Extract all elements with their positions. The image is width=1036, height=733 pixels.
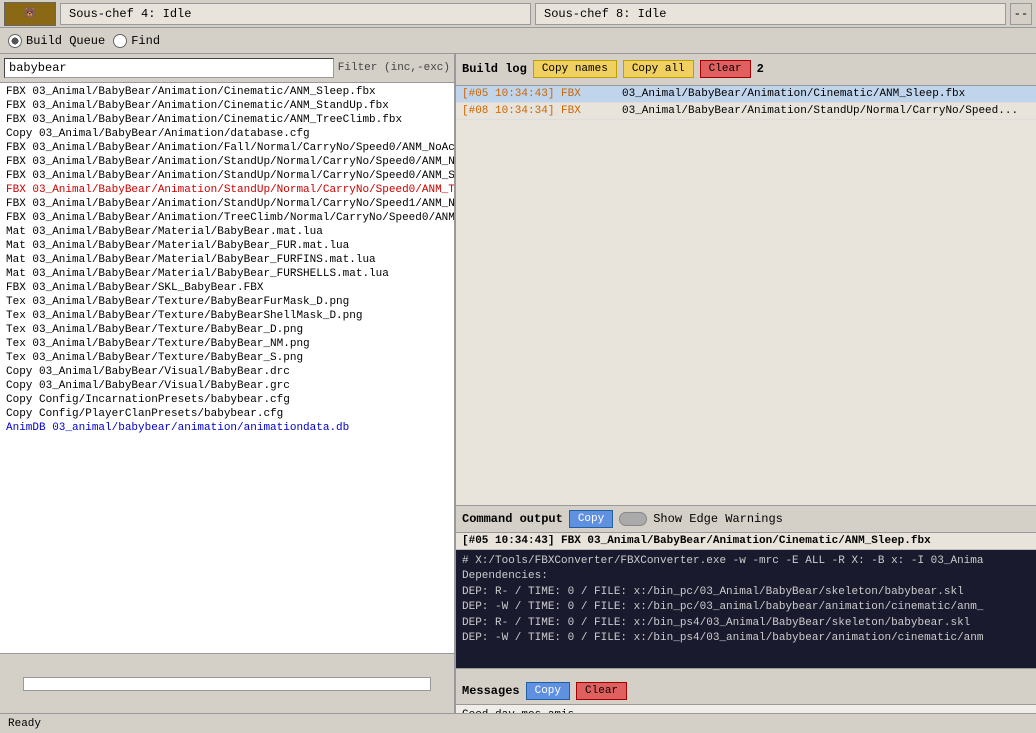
cmd-line: DEP: -W / TIME: 0 / FILE: x:/bin_pc/03_a… xyxy=(462,600,1030,615)
progress-bar xyxy=(23,677,432,691)
search-bar: Filter (inc,-exc) xyxy=(0,54,454,83)
list-item[interactable]: AnimDB 03_animal/babybear/animation/anim… xyxy=(0,421,454,435)
filter-label: Filter (inc,-exc) xyxy=(338,62,450,74)
list-item[interactable]: FBX 03_Animal/BabyBear/Animation/Fall/No… xyxy=(0,141,454,155)
messages-content: Good day mes amis,Our kitchen is equippe… xyxy=(456,705,1036,713)
show-edge-warnings-label: Show Edge Warnings xyxy=(653,512,783,526)
list-item[interactable]: Copy 03_Animal/BabyBear/Visual/BabyBear.… xyxy=(0,365,454,379)
list-item[interactable]: Mat 03_Animal/BabyBear/Material/BabyBear… xyxy=(0,225,454,239)
list-item[interactable]: Mat 03_Animal/BabyBear/Material/BabyBear… xyxy=(0,253,454,267)
list-item[interactable]: Tex 03_Animal/BabyBear/Texture/BabyBear_… xyxy=(0,337,454,351)
top-bar: 🐻 Sous-chef 4: Idle Sous-chef 8: Idle -- xyxy=(0,0,1036,28)
cmd-line: Dependencies: xyxy=(462,569,1030,584)
search-input[interactable] xyxy=(4,58,334,78)
table-row[interactable]: [#05 10:34:43] FBX03_Animal/BabyBear/Ani… xyxy=(456,86,1036,103)
command-output-copy-button[interactable]: Copy xyxy=(569,510,613,528)
command-output-file-title: [#05 10:34:43] FBX 03_Animal/BabyBear/An… xyxy=(456,533,1036,550)
command-output-content: # X:/Tools/FBXConverter/FBXConverter.exe… xyxy=(456,550,1036,668)
list-item[interactable]: Copy Config/PlayerClanPresets/babybear.c… xyxy=(0,407,454,421)
list-item[interactable]: Tex 03_Animal/BabyBear/Texture/BabyBear_… xyxy=(0,351,454,365)
left-panel: Filter (inc,-exc) FBX 03_Animal/BabyBear… xyxy=(0,54,456,713)
horizontal-scrollbar[interactable] xyxy=(456,668,1036,678)
find-radio[interactable] xyxy=(113,34,127,48)
list-item[interactable]: Tex 03_Animal/BabyBear/Texture/BabyBearS… xyxy=(0,309,454,323)
list-item[interactable]: Copy 03_Animal/BabyBear/Visual/BabyBear.… xyxy=(0,379,454,393)
cmd-line: DEP: -W / TIME: 0 / FILE: x:/bin_ps4/03_… xyxy=(462,631,1030,646)
ready-label: Ready xyxy=(8,718,41,730)
copy-names-button[interactable]: Copy names xyxy=(533,60,617,78)
sous-chef-4-label: Sous-chef 4: Idle xyxy=(60,3,531,25)
command-output-header: Command output Copy Show Edge Warnings xyxy=(456,506,1036,534)
list-item[interactable]: FBX 03_Animal/BabyBear/SKL_BabyBear.FBX xyxy=(0,281,454,295)
list-item[interactable]: FBX 03_Animal/BabyBear/Animation/StandUp… xyxy=(0,183,454,197)
cmd-line: # X:/Tools/FBXConverter/FBXConverter.exe… xyxy=(462,554,1030,569)
dash-button[interactable]: -- xyxy=(1010,3,1032,25)
list-item[interactable]: Mat 03_Animal/BabyBear/Material/BabyBear… xyxy=(0,267,454,281)
build-log-section-label: Build log xyxy=(462,62,527,76)
cmd-line: DEP: R- / TIME: 0 / FILE: x:/bin_ps4/03_… xyxy=(462,616,1030,631)
toolbar: Build Queue Find xyxy=(0,28,1036,54)
list-item[interactable]: Copy 03_Animal/BabyBear/Animation/databa… xyxy=(0,127,454,141)
table-row[interactable]: [#08 10:34:34] FBX03_Animal/BabyBear/Ani… xyxy=(456,103,1036,120)
left-bottom-panel xyxy=(0,653,454,713)
file-list: FBX 03_Animal/BabyBear/Animation/Cinemat… xyxy=(0,83,454,653)
cmd-line: DEP: R- / TIME: 0 / FILE: x:/bin_pc/03_A… xyxy=(462,585,1030,600)
list-item[interactable]: FBX 03_Animal/BabyBear/Animation/Cinemat… xyxy=(0,99,454,113)
messages-copy-button[interactable]: Copy xyxy=(526,682,570,700)
list-item[interactable]: FBX 03_Animal/BabyBear/Animation/StandUp… xyxy=(0,169,454,183)
messages-section-label: Messages xyxy=(462,684,520,698)
build-log-header: Build log Copy names Copy all Clear 2 xyxy=(456,54,1036,86)
find-label: Find xyxy=(131,34,160,48)
build-log-table: [#05 10:34:43] FBX03_Animal/BabyBear/Ani… xyxy=(456,86,1036,506)
find-radio-group: Find xyxy=(113,34,160,48)
messages-clear-button[interactable]: Clear xyxy=(576,682,627,700)
list-item[interactable]: FBX 03_Animal/BabyBear/Animation/Cinemat… xyxy=(0,113,454,127)
list-item[interactable]: FBX 03_Animal/BabyBear/Animation/StandUp… xyxy=(0,155,454,169)
log-row-id: [#05 10:34:43] FBX xyxy=(462,88,622,100)
show-edge-warnings-toggle[interactable] xyxy=(619,512,647,526)
list-item[interactable]: Tex 03_Animal/BabyBear/Texture/BabyBearF… xyxy=(0,295,454,309)
copy-all-button[interactable]: Copy all xyxy=(623,60,694,78)
build-queue-label: Build Queue xyxy=(26,34,105,48)
list-item[interactable]: FBX 03_Animal/BabyBear/Animation/StandUp… xyxy=(0,197,454,211)
message-line: Good day mes amis, xyxy=(462,709,1030,713)
command-output-section-label: Command output xyxy=(462,512,563,526)
command-output-selected-file: [#05 10:34:43] FBX 03_Animal/BabyBear/An… xyxy=(462,535,931,547)
list-item[interactable]: FBX 03_Animal/BabyBear/Animation/Cinemat… xyxy=(0,85,454,99)
main-layout: Filter (inc,-exc) FBX 03_Animal/BabyBear… xyxy=(0,54,1036,713)
log-row-path: 03_Animal/BabyBear/Animation/StandUp/Nor… xyxy=(622,105,1018,117)
messages-header: Messages Copy Clear xyxy=(456,677,1036,705)
log-row-path: 03_Animal/BabyBear/Animation/Cinematic/A… xyxy=(622,88,965,100)
right-panel: Build log Copy names Copy all Clear 2 [#… xyxy=(456,54,1036,713)
list-item[interactable]: FBX 03_Animal/BabyBear/Animation/TreeCli… xyxy=(0,211,454,225)
list-item[interactable]: Mat 03_Animal/BabyBear/Material/BabyBear… xyxy=(0,239,454,253)
list-item[interactable]: Tex 03_Animal/BabyBear/Texture/BabyBear_… xyxy=(0,323,454,337)
build-queue-radio[interactable] xyxy=(8,34,22,48)
build-log-count: 2 xyxy=(757,62,764,76)
log-row-id: [#08 10:34:34] FBX xyxy=(462,105,622,117)
avatar-icon: 🐻 xyxy=(4,2,56,26)
build-queue-radio-group: Build Queue xyxy=(8,34,105,48)
list-item[interactable]: Copy Config/IncarnationPresets/babybear.… xyxy=(0,393,454,407)
status-bar: Ready xyxy=(0,713,1036,733)
sous-chef-8-label: Sous-chef 8: Idle xyxy=(535,3,1006,25)
build-log-clear-button[interactable]: Clear xyxy=(700,60,751,78)
